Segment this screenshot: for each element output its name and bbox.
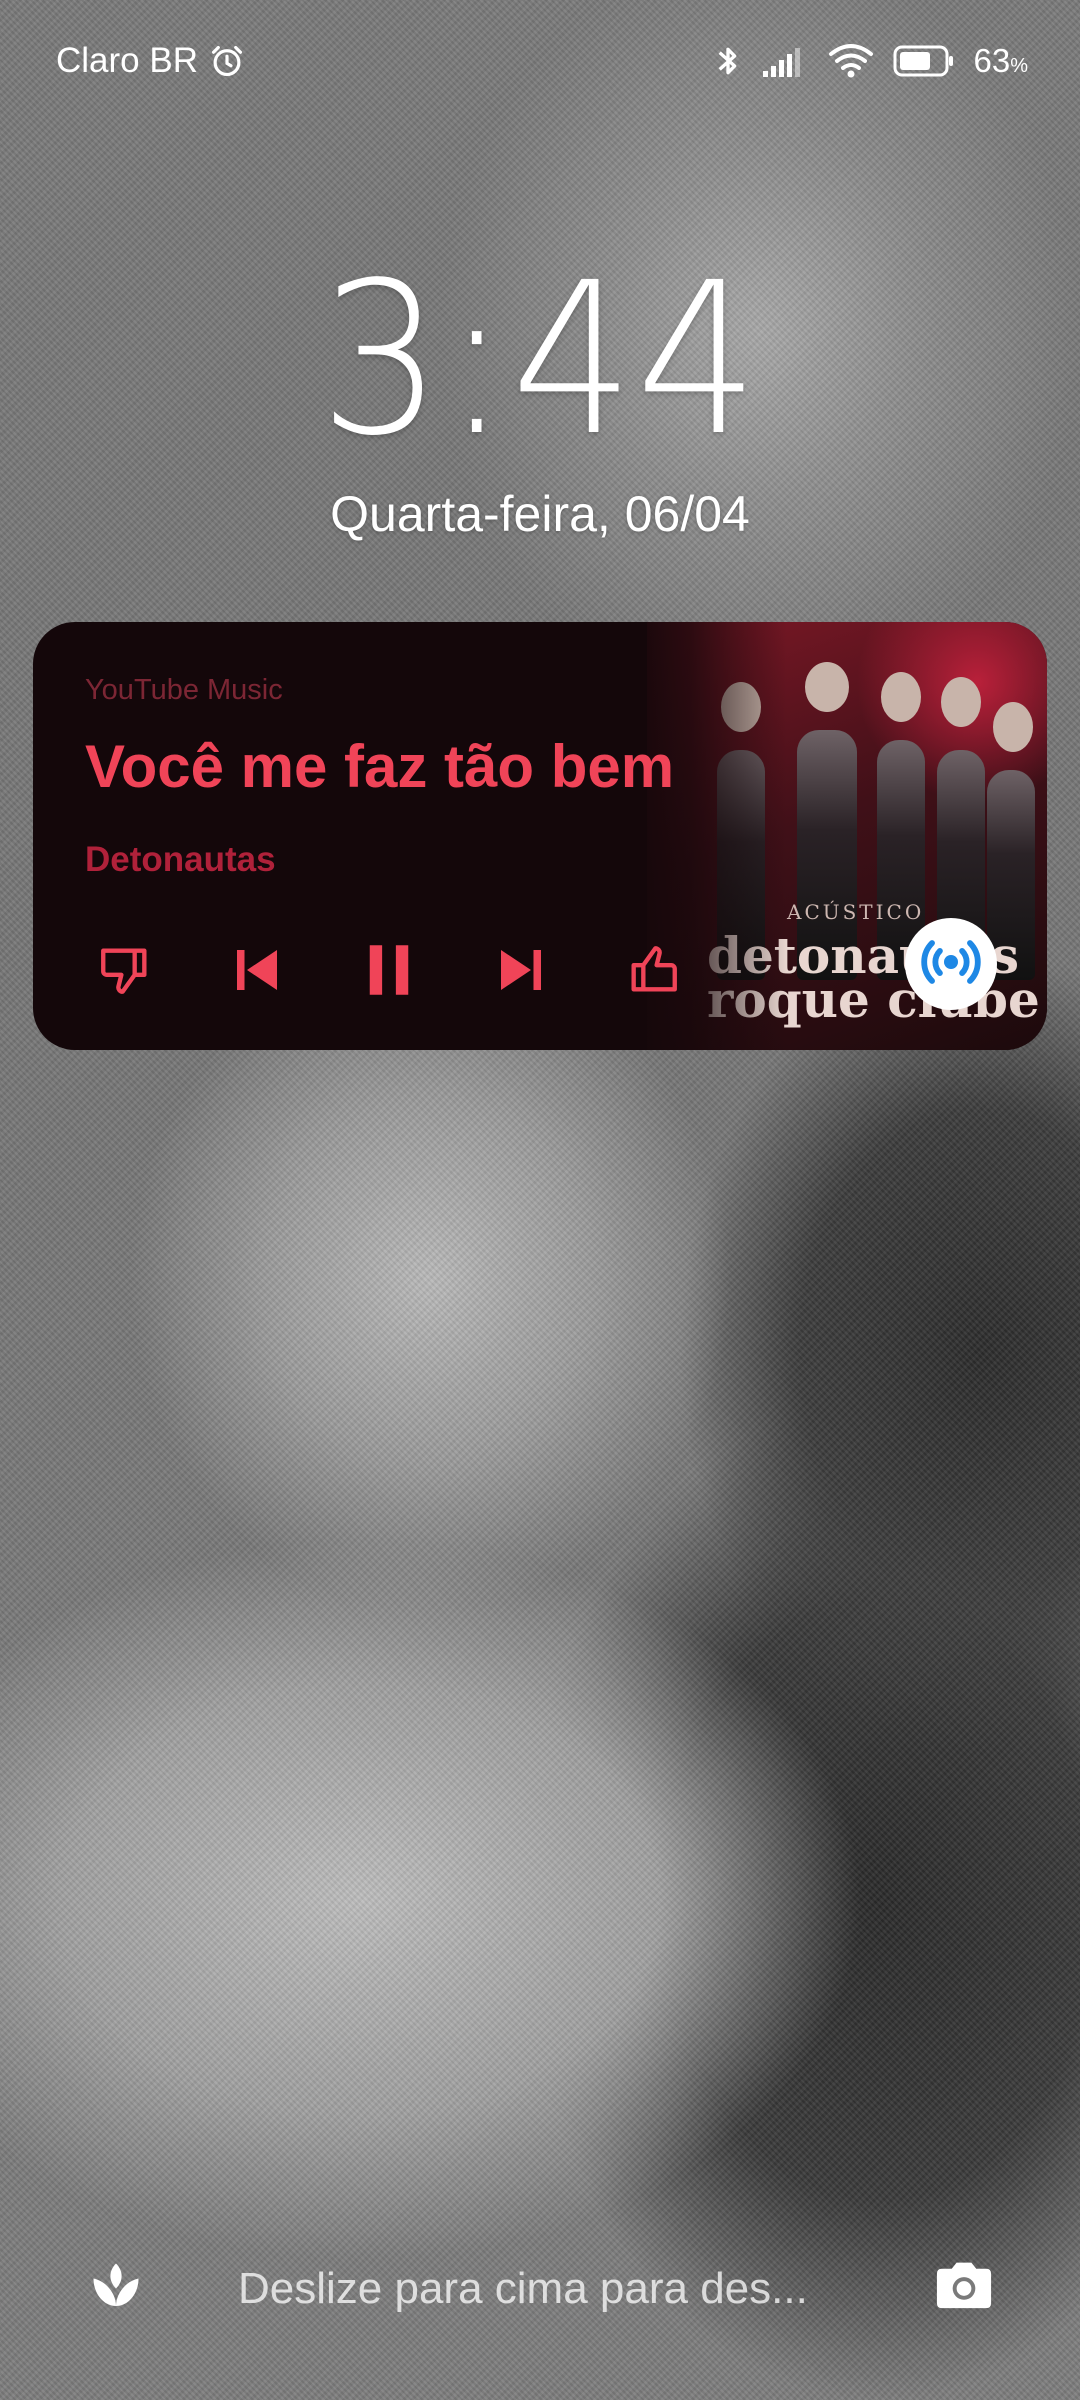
unlock-hint: Deslize para cima para des...	[238, 2264, 808, 2313]
signal-icon	[761, 43, 809, 79]
status-left: Claro BR	[56, 41, 246, 81]
lockscreen-date: Quarta-feira, 06/04	[330, 486, 750, 542]
flower-icon	[86, 2263, 146, 2320]
thumbs-up-icon	[624, 941, 682, 1003]
camera-shortcut-button[interactable]	[932, 2258, 996, 2318]
status-right: 63%	[713, 41, 1028, 81]
previous-track-button[interactable]	[217, 922, 297, 1022]
skip-next-icon	[491, 940, 551, 1004]
alarm-icon	[208, 42, 246, 80]
output-device-button[interactable]	[905, 918, 997, 1010]
status-bar: Claro BR 63%	[56, 36, 1028, 86]
media-app-name: YouTube Music	[85, 674, 283, 706]
pause-icon	[356, 937, 422, 1007]
thumbs-down-button[interactable]	[85, 922, 165, 1022]
carrier-name: Claro BR	[56, 41, 198, 80]
lockscreen-clock: 3:44	[319, 237, 761, 482]
bluetooth-icon	[713, 41, 743, 81]
pause-button[interactable]	[349, 922, 429, 1022]
media-track-title: Você me faz tão bem	[85, 733, 675, 800]
theme-shortcut-button[interactable]	[86, 2256, 146, 2320]
media-artist: Detonautas	[85, 840, 276, 879]
thumbs-up-button[interactable]	[613, 922, 693, 1022]
skip-previous-icon	[227, 940, 287, 1004]
lockscreen-bottom-bar: Deslize para cima para des...	[0, 2250, 1080, 2330]
battery-icon	[893, 44, 955, 78]
wifi-icon	[827, 42, 875, 80]
audio-output-icon	[916, 927, 986, 1001]
lock-screen: Claro BR 63% 3:44 Quarta-feira, 06/04 AC…	[0, 0, 1080, 2400]
battery-percent: 63%	[973, 42, 1028, 79]
media-controls	[81, 922, 741, 1022]
thumbs-down-icon	[96, 941, 154, 1003]
camera-icon	[932, 2262, 996, 2318]
next-track-button[interactable]	[481, 922, 561, 1022]
media-notification-card[interactable]: ACÚSTICO detonautas roque clube YouTube …	[33, 622, 1047, 1050]
